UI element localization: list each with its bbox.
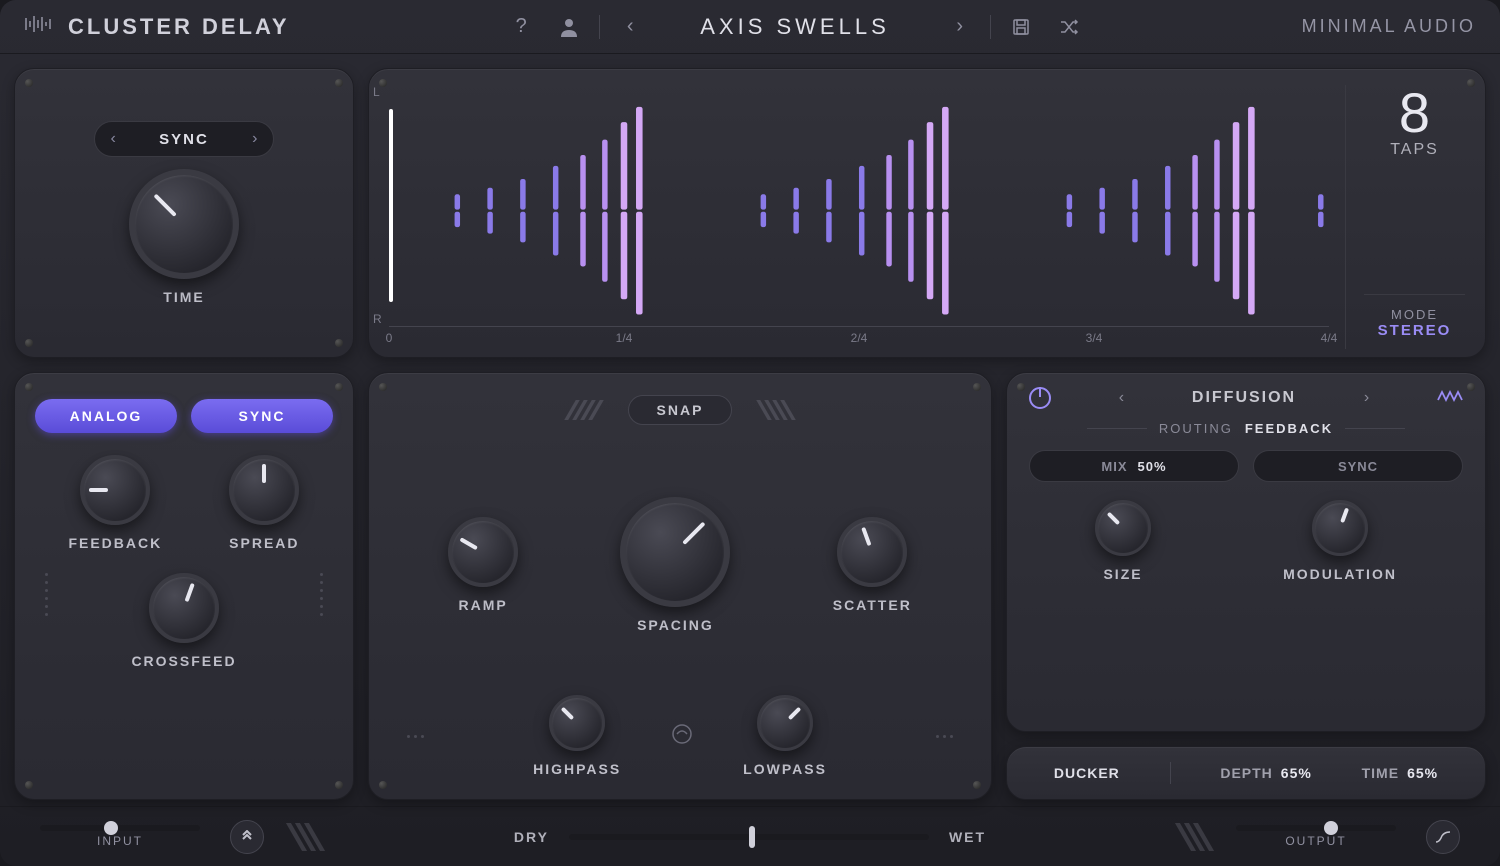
ducker-title[interactable]: DUCKER (1054, 765, 1120, 781)
sync-button[interactable]: SYNC (191, 399, 333, 433)
size-label: SIZE (1103, 566, 1142, 582)
save-icon[interactable] (1003, 9, 1039, 45)
ramp-label: RAMP (459, 597, 508, 613)
scatter-label: SCATTER (833, 597, 912, 613)
time-mode-selector: ‹ SYNC › (94, 121, 274, 157)
scatter-knob[interactable] (837, 517, 907, 587)
lowpass-knob[interactable] (757, 695, 813, 751)
time-panel: ‹ SYNC › TIME (14, 68, 354, 358)
stereo-mode[interactable]: MODE STEREO (1364, 294, 1465, 339)
output-label: OUTPUT (1285, 834, 1346, 848)
feedback-knob[interactable] (80, 455, 150, 525)
analog-button[interactable]: ANALOG (35, 399, 177, 433)
stripe-deco-right-icon (762, 400, 790, 420)
ramp-knob[interactable] (448, 517, 518, 587)
preset-next-icon[interactable]: › (942, 9, 978, 45)
ducker-panel: DUCKER DEPTH65% TIME65% (1006, 746, 1486, 800)
fx-wave-icon[interactable] (1437, 388, 1463, 409)
modulation-knob[interactable] (1312, 500, 1368, 556)
routing-value[interactable]: FEEDBACK (1245, 421, 1333, 436)
ducker-time[interactable]: TIME65% (1362, 765, 1438, 781)
plugin-title: CLUSTER DELAY (68, 14, 290, 40)
limiter-icon[interactable] (1426, 820, 1460, 854)
fx-panel: ‹ DIFFUSION › ROUTING FEEDBACK (1006, 372, 1486, 732)
fx-title[interactable]: DIFFUSION (1192, 389, 1296, 407)
expand-up-icon[interactable] (230, 820, 264, 854)
crossfeed-knob[interactable] (149, 573, 219, 643)
dry-wet-slider[interactable] (569, 834, 929, 840)
time-mode-label[interactable]: SYNC (131, 131, 237, 148)
ducker-depth[interactable]: DEPTH65% (1220, 765, 1311, 781)
fx-next-icon[interactable]: › (1364, 389, 1369, 407)
channel-l-label: L (373, 85, 380, 99)
channel-r-label: R (373, 312, 382, 326)
tap-bars-icon (389, 85, 1329, 336)
spacing-label: SPACING (637, 617, 714, 633)
snap-button[interactable]: SNAP (628, 395, 733, 425)
input-label: INPUT (97, 834, 143, 848)
highpass-label: HIGHPASS (533, 761, 621, 777)
dry-label: DRY (514, 829, 549, 845)
time-mode-prev-icon[interactable]: ‹ (95, 130, 131, 148)
time-mode-next-icon[interactable]: › (237, 130, 273, 148)
user-icon[interactable] (551, 9, 587, 45)
help-icon[interactable]: ? (503, 9, 539, 45)
feedback-label: FEEDBACK (68, 535, 162, 551)
fx-sync-pill[interactable]: SYNC (1253, 450, 1463, 482)
crossfeed-label: CROSSFEED (131, 653, 236, 669)
spread-knob[interactable] (229, 455, 299, 525)
input-slider[interactable] (40, 825, 200, 831)
time-knob-label: TIME (163, 289, 204, 305)
filter-link-icon[interactable] (671, 723, 693, 750)
taps-count[interactable]: 8 TAPS (1390, 85, 1439, 159)
waveform-icon (24, 14, 52, 39)
footer-bar: INPUT DRY WET OUTPUT (0, 806, 1500, 866)
feedback-panel: ANALOG SYNC FEEDBACK SPREAD (14, 372, 354, 800)
shuffle-icon[interactable] (1051, 9, 1087, 45)
highpass-knob[interactable] (549, 695, 605, 751)
top-bar: CLUSTER DELAY ? ‹ AXIS SWELLS › MINIMAL … (0, 0, 1500, 54)
routing-label: ROUTING (1159, 421, 1233, 436)
time-axis: 0 1/4 2/4 3/4 4/4 (389, 327, 1329, 349)
spread-label: SPREAD (229, 535, 299, 551)
time-knob[interactable] (129, 169, 239, 279)
spacing-knob[interactable] (620, 497, 730, 607)
tap-visualizer: L R (368, 68, 1486, 358)
output-slider[interactable] (1236, 825, 1396, 831)
preset-name[interactable]: AXIS SWELLS (660, 14, 930, 40)
preset-prev-icon[interactable]: ‹ (612, 9, 648, 45)
plugin-window: CLUSTER DELAY ? ‹ AXIS SWELLS › MINIMAL … (0, 0, 1500, 866)
fx-prev-icon[interactable]: ‹ (1119, 389, 1124, 407)
fx-mix-pill[interactable]: MIX 50% (1029, 450, 1239, 482)
size-knob[interactable] (1095, 500, 1151, 556)
wet-label: WET (949, 829, 986, 845)
stripe-deco-left-icon (570, 400, 598, 420)
fx-power-icon[interactable] (1029, 387, 1051, 409)
modulation-label: MODULATION (1283, 566, 1397, 582)
tap-canvas[interactable]: L R (389, 85, 1329, 327)
lowpass-label: LOWPASS (743, 761, 827, 777)
cluster-panel: SNAP RAMP SPACING (368, 372, 992, 800)
brand-label: MINIMAL AUDIO (1216, 16, 1476, 37)
